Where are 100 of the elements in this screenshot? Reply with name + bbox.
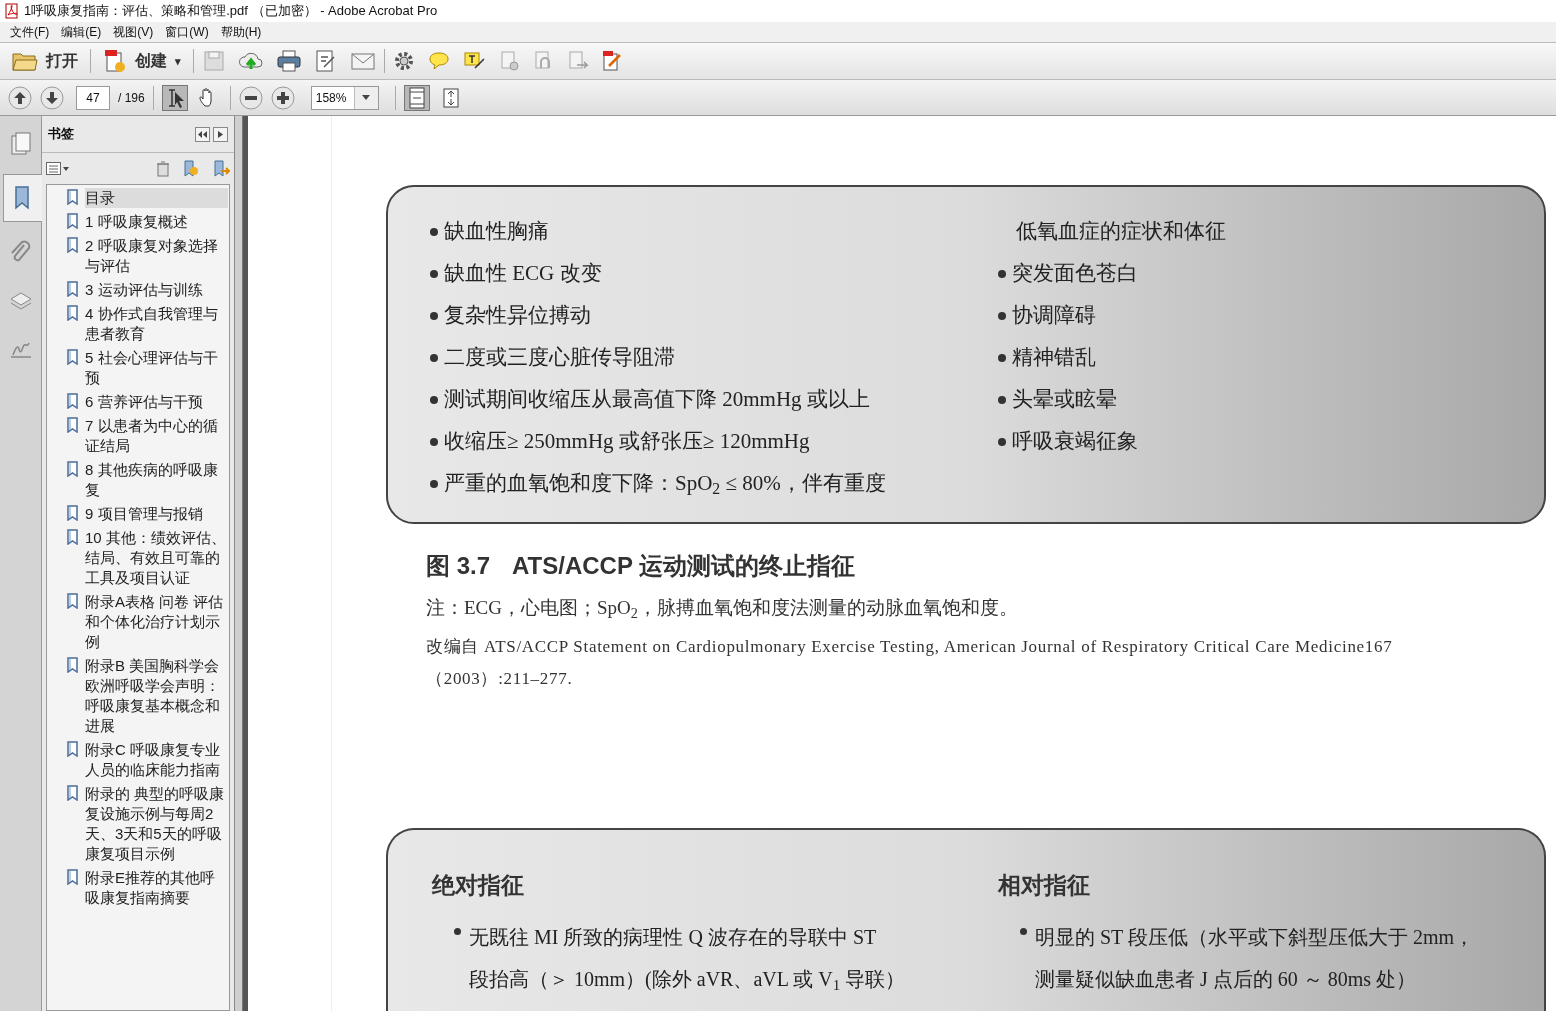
figure-note: 注：ECG，心电图；SpO$_{2}$，脉搏血氧饱和度法测量的动脉血氧饱和度。: [426, 596, 1019, 623]
bookmark-icon: [67, 461, 79, 477]
bookmark-item[interactable]: 附录C 呼吸康复专业人员的临床能力指南: [85, 740, 228, 780]
bookmark-icon: [67, 281, 79, 297]
list-item: 呼吸衰竭征象: [1012, 428, 1138, 455]
bullet-icon: [998, 437, 1006, 446]
list-item: 测试期间收缩压从最高值下降 20mmHg 或以上: [444, 386, 870, 413]
bookmark-icon: [67, 305, 79, 321]
bookmark-item[interactable]: 5 社会心理评估与干预: [85, 348, 228, 388]
envelope-icon[interactable]: [350, 50, 376, 72]
bookmark-icon: [67, 657, 79, 673]
bookmark-icon: [67, 393, 79, 409]
bookmark-icon: [67, 785, 79, 801]
bookmark-item[interactable]: 8 其他疾病的呼吸康复: [85, 460, 228, 500]
next-page-icon[interactable]: [40, 85, 64, 110]
bullet-icon: [454, 928, 461, 935]
bullet-icon: [430, 395, 438, 404]
bullet-icon: [430, 479, 438, 488]
list-item: 精神错乱: [1012, 344, 1096, 371]
bookmark-item[interactable]: 1 呼吸康复概述: [85, 212, 228, 232]
bullet-icon: [998, 269, 1006, 278]
bookmark-icon: [67, 189, 79, 205]
document-sign-icon[interactable]: [601, 50, 623, 72]
list-item: 头晕或眩晕: [1012, 386, 1117, 413]
list-item: 缺血性 ECG 改变: [444, 260, 602, 287]
zoom-out-icon[interactable]: [238, 85, 263, 110]
bookmark-icon: [67, 593, 79, 609]
expand-panel-icon[interactable]: [213, 126, 228, 142]
panel-splitter[interactable]: [235, 116, 243, 1011]
pdf-file-icon: [4, 3, 20, 19]
bullet-icon: [430, 269, 438, 278]
source-citation: 改编自 ATS/ACCP Statement on Cardiopulmonary Exercise Testing, American Journal of Respiratory Critical Care Medicine167（2003）:211–277.: [426, 635, 1394, 690]
bookmark-item[interactable]: 附录的 典型的呼吸康复设施示例与每周2天、3天和5天的呼吸康复项目示例: [85, 784, 228, 864]
bookmark-icon: [67, 349, 79, 365]
bookmark-icon: [67, 237, 79, 253]
fit-page-icon[interactable]: [403, 84, 430, 111]
bullet-icon: [998, 395, 1006, 404]
bookmark-icon: [67, 505, 79, 521]
bookmark-item[interactable]: 附录A表格 问卷 评估和个体化治疗计划示例: [85, 592, 228, 652]
menu-item[interactable]: 窗口(W): [159, 23, 215, 41]
bookmark-item[interactable]: 2 呼吸康复对象选择与评估: [85, 236, 228, 276]
list-item: 缺血性胸痛: [444, 218, 549, 245]
menu-item[interactable]: 视图(V): [107, 23, 160, 41]
bookmark-item[interactable]: 附录B 美国胸科学会欧洲呼吸学会声明：呼吸康复基本概念和进展: [85, 656, 228, 736]
bookmark-item[interactable]: 6 营养评估与干预: [85, 392, 228, 412]
window-title: 1呼吸康复指南：评估、策略和管理.pdf （已加密） - Adobe Acrobat Pro: [24, 2, 438, 21]
create-pdf-icon: [103, 49, 127, 73]
page-total: / 196: [118, 89, 145, 107]
bullet-icon: [430, 353, 438, 362]
list-item: 收缩压≥ 250mmHg 或舒张压≥ 120mmHg: [444, 428, 810, 455]
bookmark-icon: [67, 417, 79, 433]
document-export-icon[interactable]: [567, 50, 589, 72]
caret-icon: [362, 95, 371, 100]
page-number-field[interactable]: 47: [76, 85, 110, 110]
menu-item[interactable]: 帮助(H): [214, 23, 268, 41]
trash-icon[interactable]: [156, 160, 170, 177]
settings-icon[interactable]: [393, 50, 415, 72]
list-item: 协调障碍: [1012, 302, 1096, 329]
open-button[interactable]: 打开: [8, 46, 82, 76]
bullet-icon: [1020, 928, 1027, 935]
list-heading: 低氧血症的症状和体征: [1015, 218, 1226, 245]
bookmark-item[interactable]: 10 其他：绩效评估、结局、有效且可靠的工具及项目认证: [85, 528, 228, 588]
bookmark-arrow-icon[interactable]: [212, 159, 230, 178]
list-item: 明显的 ST 段压低（水平或下斜型压低大于 2mm， 测量疑似缺血患者 J 点后的 60 ～ 80ms 处）: [1035, 925, 1475, 992]
section-heading: 绝对指征: [432, 870, 525, 900]
zoom-dropdown[interactable]: 158%: [310, 85, 379, 110]
bullet-icon: [430, 227, 438, 236]
bookmark-item[interactable]: 3 运动评估与训练: [85, 280, 228, 300]
bookmark-item[interactable]: 9 项目管理与报销: [85, 504, 228, 524]
bookmark-item[interactable]: 7 以患者为中心的循证结局: [85, 416, 228, 456]
list-item: 二度或三度心脏传导阻滞: [444, 344, 675, 371]
comment-icon[interactable]: [427, 50, 451, 72]
bookmark-item[interactable]: 4 协作式自我管理与患者教育: [85, 304, 228, 344]
bookmark-icon: [67, 869, 79, 885]
bookmark-icon: [67, 529, 79, 545]
collapse-panel-icon[interactable]: [195, 126, 210, 142]
select-tool-icon[interactable]: [161, 84, 188, 111]
figure-caption: ATS/ACCP 运动测试的终止指征: [512, 551, 856, 581]
menu-item[interactable]: 编辑(E): [55, 23, 108, 41]
menu-item[interactable]: 文件(F): [4, 23, 56, 41]
bookmark-icon: [67, 741, 79, 757]
section-heading: 相对指征: [998, 870, 1091, 900]
figure-number: 图 3.7: [426, 551, 491, 581]
bookmark-item[interactable]: 附录E推荐的其他呼吸康复指南摘要: [85, 868, 228, 908]
panel-title: 书签: [48, 125, 74, 144]
new-bookmark-icon[interactable]: [182, 159, 200, 178]
list-item: 复杂性异位搏动: [444, 302, 591, 329]
edit-document-icon[interactable]: [314, 49, 338, 73]
bullet-icon: [430, 311, 438, 320]
list-item: 无既往 MI 所致的病理性 Q 波存在的导联中 ST 段抬高（＞ 10mm）(除外 aVR、aVL 或 V$_{1}$ 导联）: [469, 925, 906, 995]
folder-icon: [12, 50, 38, 72]
options-menu-icon[interactable]: [46, 161, 70, 176]
bookmark-item[interactable]: 目录: [85, 188, 228, 208]
bullet-icon: [998, 311, 1006, 320]
list-item: 严重的血氧饱和度下降：SpO$_{2}$ ≤ 80%，伴有重度: [444, 470, 886, 498]
zoom-in-icon[interactable]: [270, 85, 295, 110]
print-icon[interactable]: [276, 49, 302, 73]
previous-page-icon[interactable]: [8, 85, 32, 110]
bullet-icon: [998, 353, 1006, 362]
create-button[interactable]: 创建 ▾: [99, 46, 185, 76]
